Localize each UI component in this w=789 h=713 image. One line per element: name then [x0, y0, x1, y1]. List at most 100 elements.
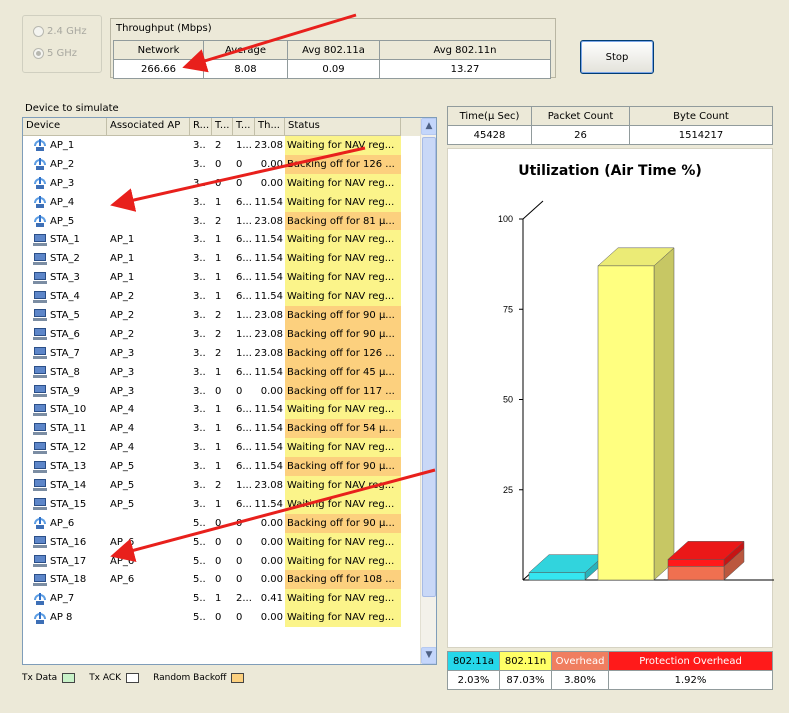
cell-r: 3.. — [193, 442, 206, 454]
table-row[interactable]: AP_4 3.. 1 6... 11.54 Waiting for NAV reg... — [23, 192, 421, 212]
table-row[interactable]: STA_9 AP_3 3.. 0 0 0.00 Backing off for 117 ..… — [23, 381, 421, 401]
utilization-chart: Utilization (Air Time %) 100 75 50 25 — [447, 148, 774, 648]
col-header-associated-ap[interactable]: Associated AP — [107, 118, 190, 136]
cell-t1: 2 — [215, 328, 222, 340]
col-header-device[interactable]: Device — [23, 118, 107, 136]
stats-header-packet-count: Packet Count — [531, 106, 630, 126]
cell-associated-ap — [107, 155, 190, 174]
cell-associated-ap: AP_3 — [110, 347, 135, 359]
cell-t2: 6... — [236, 404, 252, 416]
cell-throughput: 0.00 — [260, 536, 283, 548]
table-row[interactable]: STA_18 AP_6 5.. 0 0 0.00 Backing off for 108 .… — [23, 570, 421, 590]
radio-2-4ghz[interactable] — [33, 26, 44, 37]
device-name: AP_7 — [50, 593, 75, 605]
station-computer-icon — [33, 422, 47, 435]
table-row[interactable]: STA_13 AP_5 3.. 1 6... 11.54 Backing off for 9… — [23, 457, 421, 477]
stats-time-value: 45428 — [447, 125, 532, 145]
table-row[interactable]: STA_15 AP_5 3.. 1 6... 11.54 Waiting for NAV r… — [23, 494, 421, 514]
stats-header-byte-count: Byte Count — [629, 106, 773, 126]
cell-status: Backing off for 81 µ... — [285, 211, 401, 231]
table-row[interactable]: STA_16 AP_6 5.. 0 0 0.00 Waiting for NAV reg..… — [23, 532, 421, 552]
col-header-t1[interactable]: T... — [212, 118, 233, 136]
table-row[interactable]: STA_10 AP_4 3.. 1 6... 11.54 Waiting for NAV r… — [23, 400, 421, 420]
cell-device: STA_5 — [23, 306, 107, 325]
cell-t2: 6... — [236, 253, 252, 265]
cell-throughput: 0.00 — [260, 385, 283, 397]
cell-status: Waiting for NAV reg... — [285, 249, 401, 269]
cell-device: STA_7 — [23, 344, 107, 363]
device-name: STA_1 — [50, 234, 80, 246]
col-header-t2[interactable]: T... — [233, 118, 255, 136]
table-row[interactable]: STA_14 AP_5 3.. 2 1... 23.08 Waiting for NAV r… — [23, 476, 421, 495]
band-option-2-4ghz[interactable]: 2.4 GHz — [33, 26, 87, 37]
table-row[interactable]: AP_1 3.. 2 1... 23.08 Waiting for NAV reg... — [23, 136, 421, 155]
table-row[interactable]: STA_12 AP_4 3.. 1 6... 11.54 Waiting for NAV r… — [23, 438, 421, 458]
device-list[interactable]: Device Associated AP R... T... T... Th..… — [22, 117, 437, 665]
table-row[interactable]: STA_4 AP_2 3.. 1 6... 11.54 Waiting for NAV re… — [23, 287, 421, 307]
table-row[interactable]: STA_8 AP_3 3.. 1 6... 11.54 Backing off for 45… — [23, 362, 421, 382]
cell-device: AP_7 — [23, 589, 107, 608]
table-row[interactable]: STA_1 AP_1 3.. 1 6... 11.54 Waiting for NAV re… — [23, 230, 421, 250]
cell-status: Waiting for NAV reg... — [285, 551, 401, 571]
scroll-up-button[interactable]: ▲ — [421, 118, 436, 135]
table-row[interactable]: AP_6 5.. 0 0 0.00 Backing off for 90 µ... — [23, 513, 421, 533]
col-header-r[interactable]: R... — [190, 118, 212, 136]
y-tick-label: 100 — [498, 214, 513, 224]
legend-tx-ack-swatch — [126, 673, 140, 683]
cell-t1: 0 — [215, 158, 222, 170]
cell-t1: 2 — [215, 347, 222, 359]
bar-protection-overhead — [667, 559, 725, 567]
legend-tx-ack: Tx ACK — [89, 673, 140, 683]
scroll-down-button[interactable]: ▼ — [421, 647, 436, 664]
util-value-80211a: 2.03% — [447, 670, 500, 690]
cell-r: 3.. — [193, 196, 206, 208]
access-point-icon — [33, 592, 47, 605]
col-header-throughput[interactable]: Th... — [255, 118, 285, 136]
table-row[interactable]: STA_2 AP_1 3.. 1 6... 11.54 Waiting for NAV re… — [23, 249, 421, 269]
cell-status: Waiting for NAV reg... — [285, 532, 401, 552]
table-row[interactable]: STA_3 AP_1 3.. 1 6... 11.54 Waiting for NAV re… — [23, 268, 421, 288]
cell-device: STA_6 — [23, 325, 107, 344]
chart-canvas: 100 75 50 25 — [498, 200, 774, 581]
table-row[interactable]: STA_7 AP_3 3.. 2 1... 23.08 Backing off for 12… — [23, 343, 421, 363]
table-row[interactable]: AP 8 5.. 0 0 0.00 Waiting for NAV reg... — [23, 608, 421, 628]
cell-throughput: 0.41 — [260, 593, 283, 605]
cell-status: Waiting for NAV reg... — [285, 476, 401, 495]
cell-r: 3.. — [193, 139, 206, 151]
station-computer-icon — [33, 366, 47, 379]
cell-t2: 0 — [236, 385, 243, 397]
cell-t1: 1 — [215, 423, 222, 435]
table-row[interactable]: STA_6 AP_2 3.. 2 1... 23.08 Backing off for 90… — [23, 324, 421, 344]
table-row[interactable]: AP_2 3.. 0 0 0.00 Backing off for 126 ... — [23, 154, 421, 174]
cell-t2: 1... — [236, 215, 252, 227]
cell-associated-ap: AP_4 — [110, 423, 135, 435]
cell-status: Waiting for NAV reg... — [285, 173, 401, 193]
stop-button[interactable]: Stop — [580, 40, 654, 74]
access-point-icon — [33, 158, 47, 171]
cell-t1: 1 — [215, 461, 222, 473]
table-row[interactable]: AP_5 3.. 2 1... 23.08 Backing off for 81 µ... — [23, 211, 421, 231]
access-point-icon — [33, 177, 47, 190]
radio-5ghz[interactable] — [33, 48, 44, 59]
cell-status: Backing off for 90 µ... — [285, 457, 401, 477]
access-point-icon — [33, 139, 47, 152]
cell-t2: 1... — [236, 328, 252, 340]
table-row[interactable]: STA_17 AP_6 5.. 0 0 0.00 Waiting for NAV reg..… — [23, 551, 421, 571]
device-name: STA_18 — [50, 574, 87, 586]
col-header-status[interactable]: Status — [285, 118, 401, 136]
table-row[interactable]: AP_3 3.. 0 0 0.00 Waiting for NAV reg... — [23, 173, 421, 193]
band-option-5ghz[interactable]: 5 GHz — [33, 48, 77, 59]
cell-device: STA_16 — [23, 533, 107, 552]
device-name: STA_12 — [50, 442, 87, 454]
table-row[interactable]: STA_11 AP_4 3.. 1 6... 11.54 Backing off for 5… — [23, 419, 421, 439]
table-row[interactable]: STA_5 AP_2 3.. 2 1... 23.08 Backing off for 90… — [23, 306, 421, 325]
table-row[interactable]: AP_7 5.. 1 2... 0.41 Waiting for NAV reg... — [23, 589, 421, 609]
device-list-scrollbar[interactable]: ▲ ▼ — [420, 118, 436, 664]
cell-device: AP_3 — [23, 174, 107, 193]
scroll-thumb[interactable] — [422, 137, 436, 597]
cell-r: 3.. — [193, 215, 206, 227]
cell-t1: 1 — [215, 196, 222, 208]
bar-80211n-side — [653, 247, 675, 581]
cell-r: 5.. — [193, 593, 206, 605]
station-computer-icon — [33, 385, 47, 398]
